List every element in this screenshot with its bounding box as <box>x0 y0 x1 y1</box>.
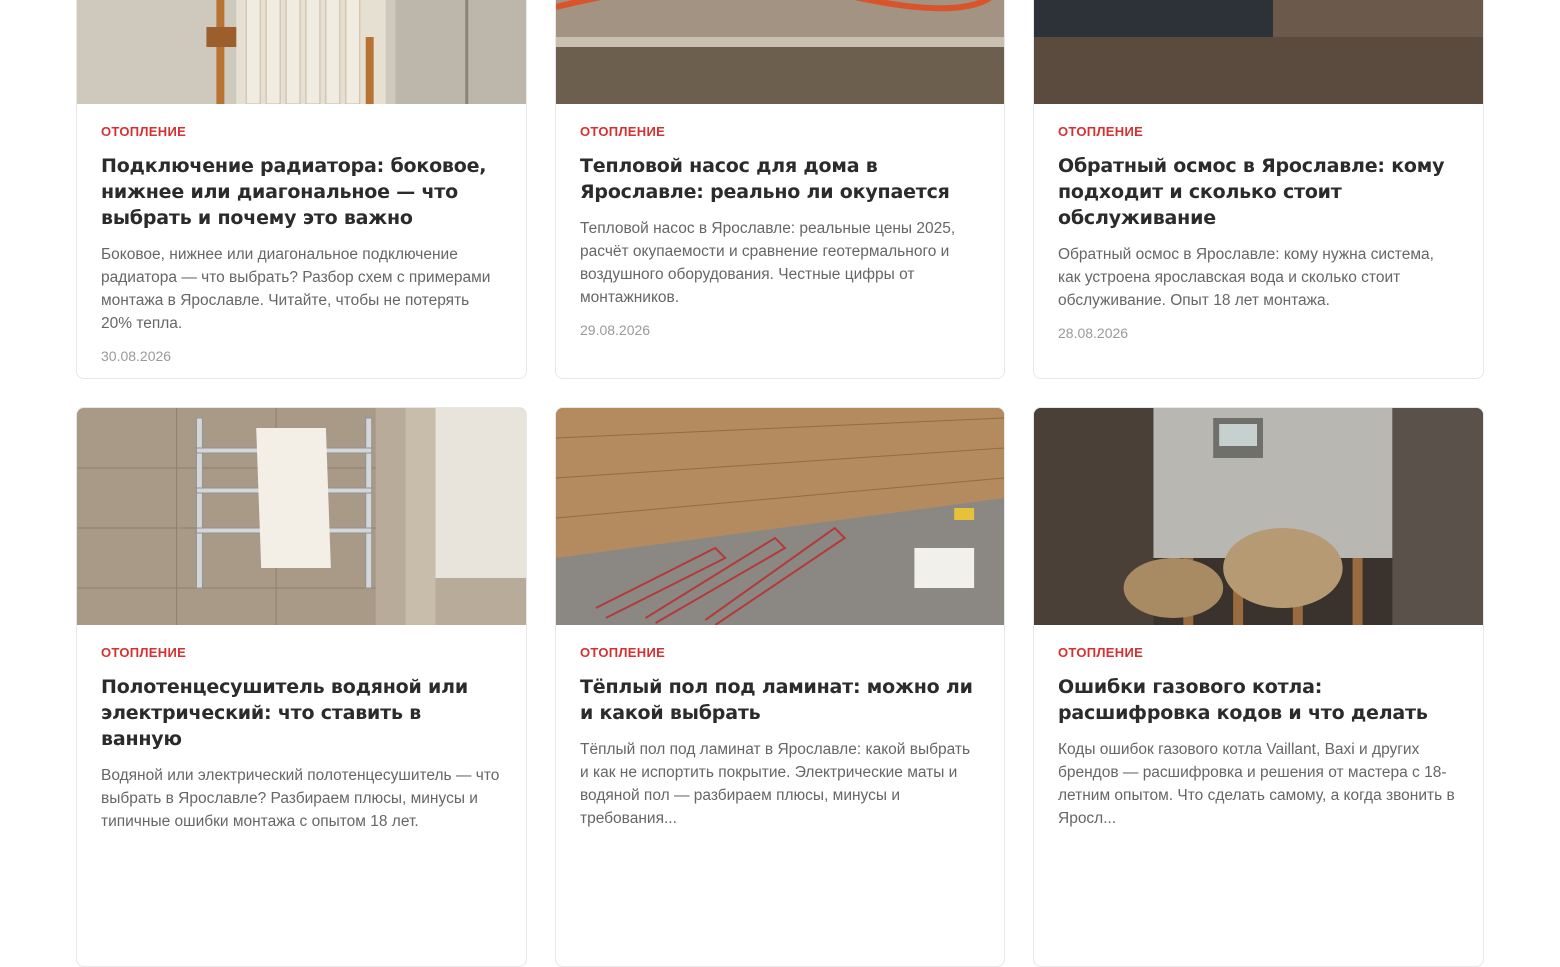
article-image-osmosis-technician[interactable] <box>1034 0 1483 104</box>
article-image-radiator[interactable] <box>77 0 526 104</box>
article-title[interactable]: Подключение радиатора: боковое, нижнее и… <box>101 153 502 231</box>
article-category[interactable]: ОТОПЛЕНИЕ <box>101 645 502 661</box>
article-title[interactable]: Ошибки газового котла: расшифровка кодов… <box>1058 674 1459 726</box>
article-card[interactable]: ОТОПЛЕНИЕ Полотенцесушитель водяной или … <box>76 407 527 967</box>
article-date: 30.08.2026 <box>101 348 172 364</box>
article-excerpt: Обратный осмос в Ярославле: кому нужна с… <box>1058 246 1434 309</box>
article-title[interactable]: Тёплый пол под ламинат: можно ли и какой… <box>580 674 980 726</box>
article-category[interactable]: ОТОПЛЕНИЕ <box>580 124 980 140</box>
article-image-heatpump-floor[interactable] <box>556 0 1004 104</box>
article-category[interactable]: ОТОПЛЕНИЕ <box>580 645 980 661</box>
article-category[interactable]: ОТОПЛЕНИЕ <box>101 124 502 140</box>
article-image-towel-dryer[interactable] <box>77 408 526 625</box>
article-image-warm-floor[interactable] <box>556 408 1004 625</box>
article-title[interactable]: Полотенцесушитель водяной или электричес… <box>101 674 502 752</box>
article-card[interactable]: ОТОПЛЕНИЕ Ошибки газового котла: расшифр… <box>1033 407 1484 967</box>
articles-grid: ОТОПЛЕНИЕ Подключение радиатора: боковое… <box>76 0 1484 967</box>
article-title[interactable]: Тепловой насос для дома в Ярославле: реа… <box>580 153 980 205</box>
article-title[interactable]: Обратный осмос в Ярославле: кому подходи… <box>1058 153 1459 231</box>
article-card[interactable]: ОТОПЛЕНИЕ Тёплый пол под ламинат: можно … <box>555 407 1005 967</box>
article-category[interactable]: ОТОПЛЕНИЕ <box>1058 645 1459 661</box>
article-excerpt: Боковое, нижнее или диагональное подключ… <box>101 246 491 332</box>
article-date: 28.08.2026 <box>1058 325 1129 341</box>
article-card[interactable]: ОТОПЛЕНИЕ Тепловой насос для дома в Ярос… <box>555 0 1005 379</box>
article-excerpt: Тепловой насос в Ярославле: реальные цен… <box>580 220 956 306</box>
article-excerpt: Водяной или электрический полотенцесушит… <box>101 767 500 830</box>
article-card[interactable]: ОТОПЛЕНИЕ Обратный осмос в Ярославле: ко… <box>1033 0 1484 379</box>
article-category[interactable]: ОТОПЛЕНИЕ <box>1058 124 1459 140</box>
article-image-gas-boiler[interactable] <box>1034 408 1483 625</box>
article-card[interactable]: ОТОПЛЕНИЕ Подключение радиатора: боковое… <box>76 0 527 379</box>
article-date: 29.08.2026 <box>580 322 651 338</box>
article-excerpt: Тёплый пол под ламинат в Ярославле: како… <box>580 741 971 827</box>
article-excerpt: Коды ошибок газового котла Vaillant, Bax… <box>1058 741 1455 827</box>
